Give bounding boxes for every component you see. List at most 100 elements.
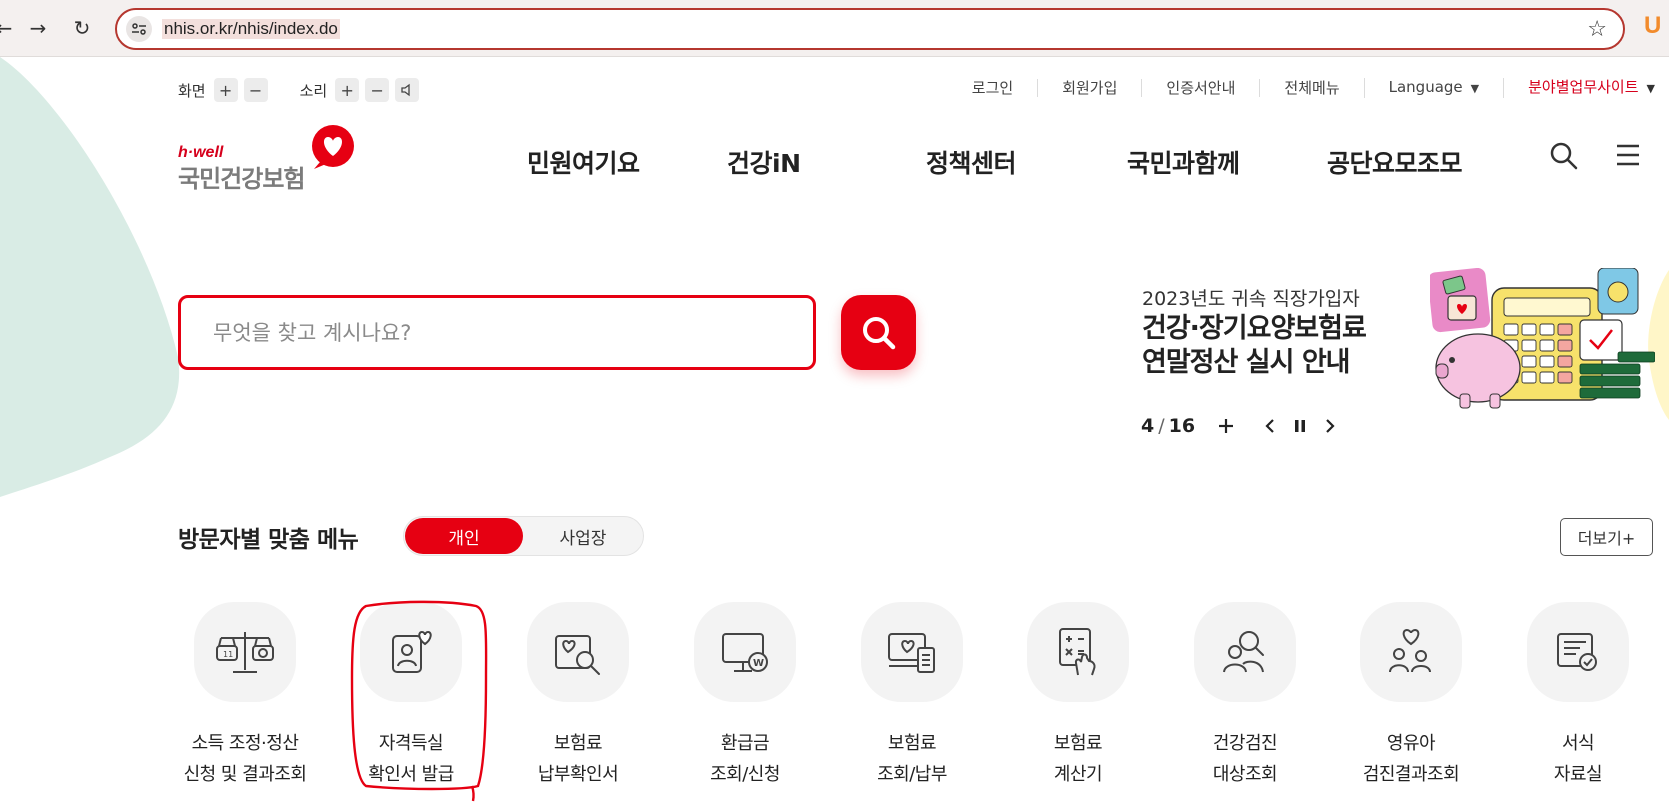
caret-down-icon: ▼ bbox=[1470, 82, 1480, 95]
bookmark-star-icon[interactable]: ☆ bbox=[1587, 17, 1607, 42]
calculator-icon bbox=[1059, 628, 1096, 676]
quick-menu-eligibility-certificate[interactable]: 자격득실 확인서 발급 bbox=[336, 602, 486, 790]
utility-links: 로그인 회원가입 인증서안내 전체메뉴 Language ▼ 분야별업무사이트 ▼ bbox=[948, 78, 1655, 98]
banner-current-index: 4 bbox=[1141, 415, 1155, 437]
quick-menu-circle bbox=[1527, 602, 1629, 702]
heart-logo-icon bbox=[312, 125, 354, 169]
quick-menu-payment-confirmation[interactable]: 보험료 납부확인서 bbox=[503, 602, 653, 790]
svg-text:W: W bbox=[753, 658, 764, 669]
quick-menu-forms-library[interactable]: 서식 자료실 bbox=[1503, 602, 1653, 790]
signup-link[interactable]: 회원가입 bbox=[1037, 79, 1141, 97]
volume-down-icon[interactable]: − bbox=[365, 78, 390, 102]
gnb-policy-center[interactable]: 정책센터 bbox=[926, 144, 1017, 180]
logo-name: 국민건강보험 bbox=[178, 165, 305, 193]
quick-menu-premium-payment[interactable]: 보험료 조회/납부 bbox=[837, 602, 987, 790]
quick-menu-label-line1: 보험료 bbox=[887, 733, 937, 754]
quick-menu-label-line1: 서식 bbox=[1561, 733, 1595, 754]
quick-menu-label-line2: 자료실 bbox=[1553, 764, 1603, 785]
quick-menu-label-line1: 소득 조정·정산 bbox=[191, 733, 299, 754]
quick-menu-label-line1: 자격득실 bbox=[378, 733, 444, 754]
url-text[interactable]: nhis.or.kr/nhis/index.do bbox=[162, 19, 340, 39]
banner-title[interactable]: 건강·장기요양보험료 연말정산 실시 안내 bbox=[1142, 312, 1367, 380]
quick-menu-circle: W bbox=[694, 602, 796, 702]
quick-menu-income-adjust[interactable]: 11 소득 조정·정산 신청 및 결과조회 bbox=[170, 602, 320, 790]
quick-menu-label-line2: 납부확인서 bbox=[537, 764, 619, 785]
quick-menu-refund[interactable]: W 환급금 조회/신청 bbox=[670, 602, 820, 790]
quick-menu-circle bbox=[1027, 602, 1129, 702]
quick-menu-label-line1: 보험료 bbox=[1053, 733, 1103, 754]
quick-menu-circle bbox=[1194, 602, 1296, 702]
quick-menu-circle bbox=[360, 602, 462, 702]
accessibility-controls: 화면 + − 소리 + − bbox=[178, 78, 451, 102]
back-arrow-icon[interactable]: ← bbox=[0, 14, 18, 42]
quick-menu-circle: 11 bbox=[194, 602, 296, 702]
tab-personal[interactable]: 개인 bbox=[405, 518, 523, 554]
quick-menu-premium-calculator[interactable]: 보험료 계산기 bbox=[1003, 602, 1153, 790]
banner-total-count: 16 bbox=[1168, 415, 1196, 437]
banner-illustration-icon bbox=[1430, 268, 1655, 409]
quick-menu-label-line1: 건강검진 bbox=[1212, 733, 1278, 754]
all-menu-link[interactable]: 전체메뉴 bbox=[1259, 79, 1363, 97]
monitor-receipt-icon bbox=[888, 633, 935, 673]
search-button[interactable] bbox=[841, 295, 916, 370]
monitor-won-icon: W bbox=[722, 633, 768, 672]
volume-up-icon[interactable]: + bbox=[335, 78, 360, 102]
login-link[interactable]: 로그인 bbox=[948, 79, 1037, 97]
banner-separator: / bbox=[1158, 415, 1165, 437]
quick-menu-label: 보험료 납부확인서 bbox=[503, 728, 653, 790]
quick-menu-label-line2: 확인서 발급 bbox=[368, 764, 454, 785]
quick-menu-circle bbox=[861, 602, 963, 702]
banner-subtitle: 2023년도 귀속 직장가입자 bbox=[1142, 288, 1360, 310]
quick-menu-label: 소득 조정·정산 신청 및 결과조회 bbox=[170, 728, 320, 790]
search-document-icon bbox=[555, 635, 600, 675]
quick-menu-label: 영유아 검진결과조회 bbox=[1336, 728, 1486, 790]
svg-text:11: 11 bbox=[223, 650, 233, 659]
nhis-logo[interactable]: h·well 국민건강보험 bbox=[178, 124, 358, 193]
quick-menu-label-line2: 검진결과조회 bbox=[1362, 764, 1460, 785]
gnb-about-nhis[interactable]: 공단요모조모 bbox=[1327, 144, 1463, 180]
banner-title-line1: 건강·장기요양보험료 bbox=[1142, 313, 1367, 344]
mint-background-shape bbox=[0, 57, 180, 497]
gnb-civil-services[interactable]: 민원여기요 bbox=[527, 144, 640, 180]
quick-menu-circle bbox=[527, 602, 629, 702]
quick-menu-label-line1: 영유아 bbox=[1386, 733, 1436, 754]
business-sites-select[interactable]: 분야별업무사이트 ▼ bbox=[1503, 78, 1655, 98]
speaker-icon[interactable] bbox=[395, 78, 420, 102]
more-button[interactable]: 더보기+ bbox=[1560, 518, 1653, 556]
hamburger-menu-icon[interactable] bbox=[1615, 142, 1641, 168]
gnb-with-citizens[interactable]: 국민과함께 bbox=[1127, 144, 1240, 180]
profile-icon[interactable]: U bbox=[1644, 12, 1661, 40]
quick-menu-label-line2: 신청 및 결과조회 bbox=[183, 764, 307, 785]
sound-label: 소리 bbox=[299, 81, 328, 100]
quick-menu-checkup-eligibility[interactable]: 건강검진 대상조회 bbox=[1170, 602, 1320, 790]
caret-down-icon: ▼ bbox=[1646, 82, 1655, 95]
family-heart-icon bbox=[1389, 628, 1431, 673]
pause-icon[interactable] bbox=[1289, 414, 1311, 438]
quick-menu-label: 건강검진 대상조회 bbox=[1170, 728, 1320, 790]
forward-arrow-icon[interactable]: → bbox=[24, 14, 52, 42]
quick-menu-infant-checkup-results[interactable]: 영유아 검진결과조회 bbox=[1336, 602, 1486, 790]
certificate-guide-link[interactable]: 인증서안내 bbox=[1141, 79, 1259, 97]
search-input[interactable] bbox=[213, 316, 773, 350]
visitor-menu-title: 방문자별 맞춤 메뉴 bbox=[178, 527, 359, 553]
zoom-in-icon[interactable]: + bbox=[213, 78, 238, 102]
banner-title-line2: 연말정산 실시 안내 bbox=[1142, 347, 1351, 378]
language-select[interactable]: Language ▼ bbox=[1363, 78, 1504, 98]
form-check-icon bbox=[1557, 633, 1597, 671]
quick-menu-label-line2: 대상조회 bbox=[1212, 764, 1278, 785]
search-icon[interactable] bbox=[1550, 142, 1578, 170]
quick-menu-label-line2: 조회/납부 bbox=[877, 764, 947, 785]
site-info-icon[interactable] bbox=[126, 16, 152, 42]
tab-business[interactable]: 사업장 bbox=[524, 518, 642, 554]
next-arrow-icon[interactable] bbox=[1319, 414, 1341, 438]
quick-menu-label: 자격득실 확인서 발급 bbox=[336, 728, 486, 790]
language-label: Language bbox=[1388, 78, 1463, 96]
quick-menu-label: 서식 자료실 bbox=[1503, 728, 1653, 790]
quick-menu-label-line1: 보험료 bbox=[553, 733, 603, 754]
address-bar[interactable]: nhis.or.kr/nhis/index.do ☆ bbox=[115, 8, 1625, 50]
reload-icon[interactable]: ↻ bbox=[68, 14, 96, 42]
prev-arrow-icon[interactable] bbox=[1259, 414, 1281, 438]
gnb-health-in[interactable]: 건강iN bbox=[727, 144, 801, 180]
zoom-out-icon[interactable]: − bbox=[243, 78, 268, 102]
plus-icon[interactable] bbox=[1215, 414, 1237, 438]
